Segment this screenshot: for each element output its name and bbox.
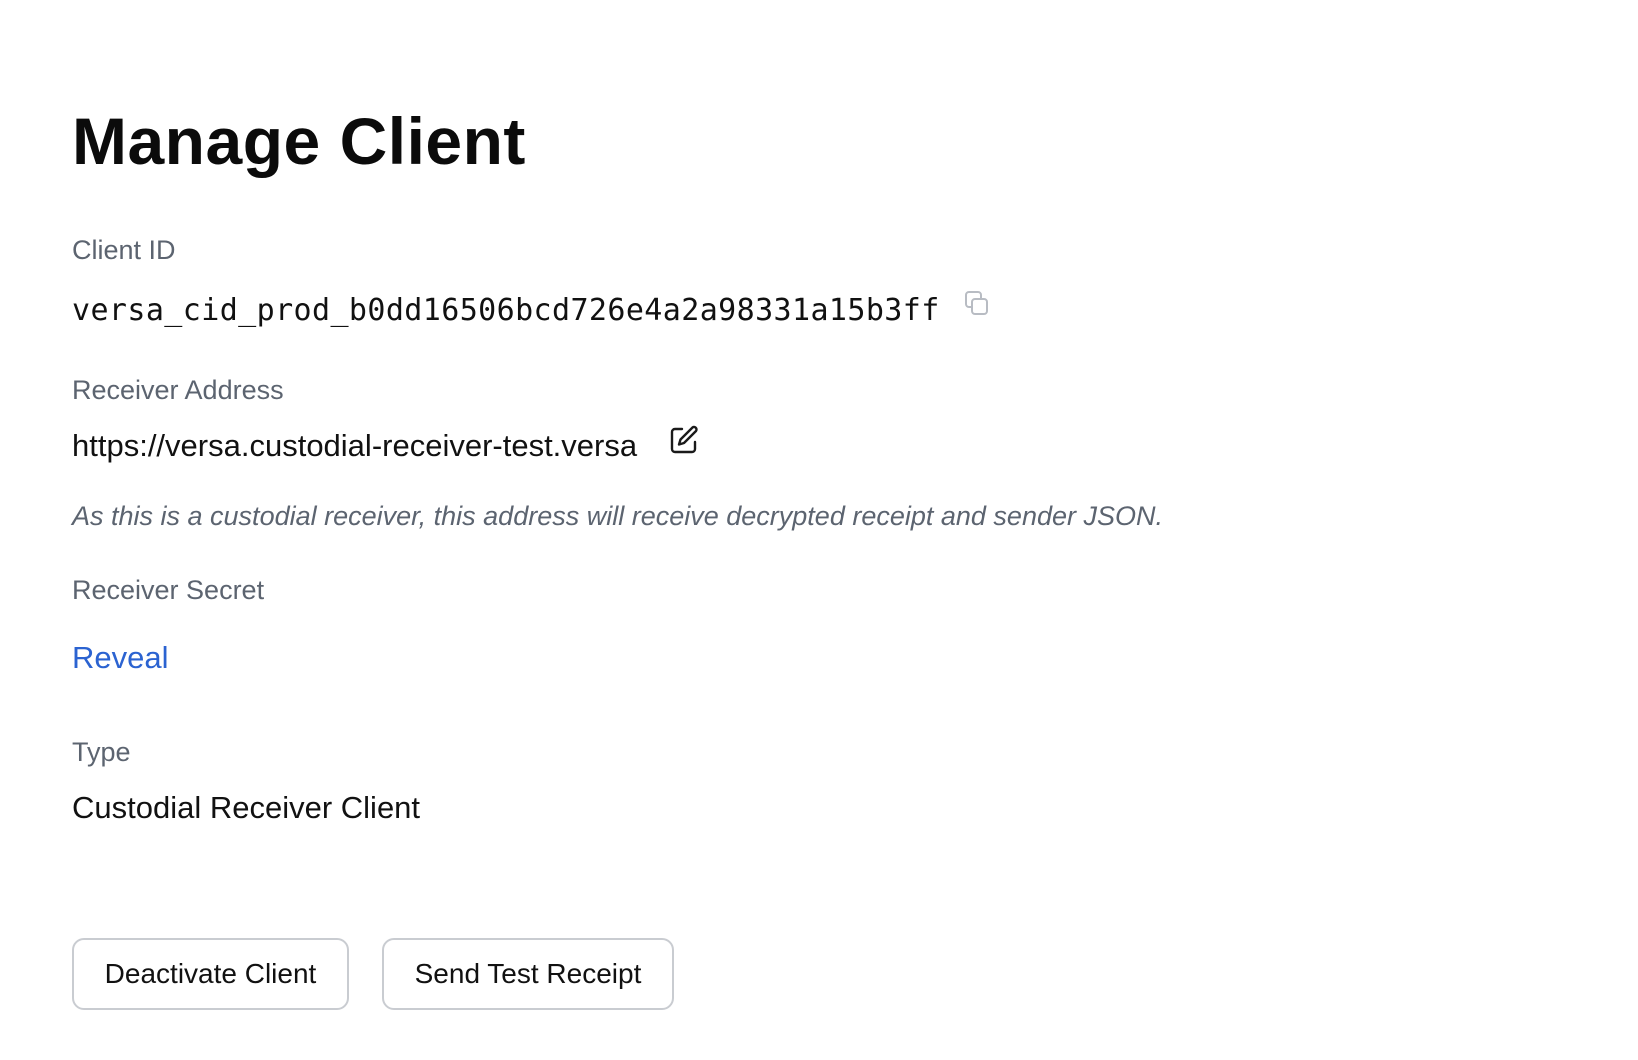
page-title: Manage Client xyxy=(72,104,526,178)
receiver-address-row: https://versa.custodial-receiver-test.ve… xyxy=(72,424,700,466)
type-label: Type xyxy=(72,737,131,767)
receiver-address-value: https://versa.custodial-receiver-test.ve… xyxy=(72,428,638,463)
manage-client-page: Manage Client Client ID versa_cid_prod_b… xyxy=(0,0,1638,1060)
client-id-value: versa_cid_prod_b0dd16506bcd726e4a2a98331… xyxy=(72,293,940,328)
receiver-secret-label: Receiver Secret xyxy=(72,575,265,605)
copy-icon[interactable] xyxy=(962,289,992,329)
edit-icon[interactable] xyxy=(668,424,700,466)
deactivate-client-button[interactable]: Deactivate Client xyxy=(72,938,349,1010)
type-value: Custodial Receiver Client xyxy=(72,790,421,825)
client-id-label: Client ID xyxy=(72,235,176,265)
reveal-secret-link[interactable]: Reveal xyxy=(72,638,169,678)
client-id-row: versa_cid_prod_b0dd16506bcd726e4a2a98331… xyxy=(72,290,992,331)
receiver-address-label: Receiver Address xyxy=(72,375,284,405)
custodial-receiver-note: As this is a custodial receiver, this ad… xyxy=(72,501,1163,531)
send-test-receipt-button[interactable]: Send Test Receipt xyxy=(382,938,674,1010)
